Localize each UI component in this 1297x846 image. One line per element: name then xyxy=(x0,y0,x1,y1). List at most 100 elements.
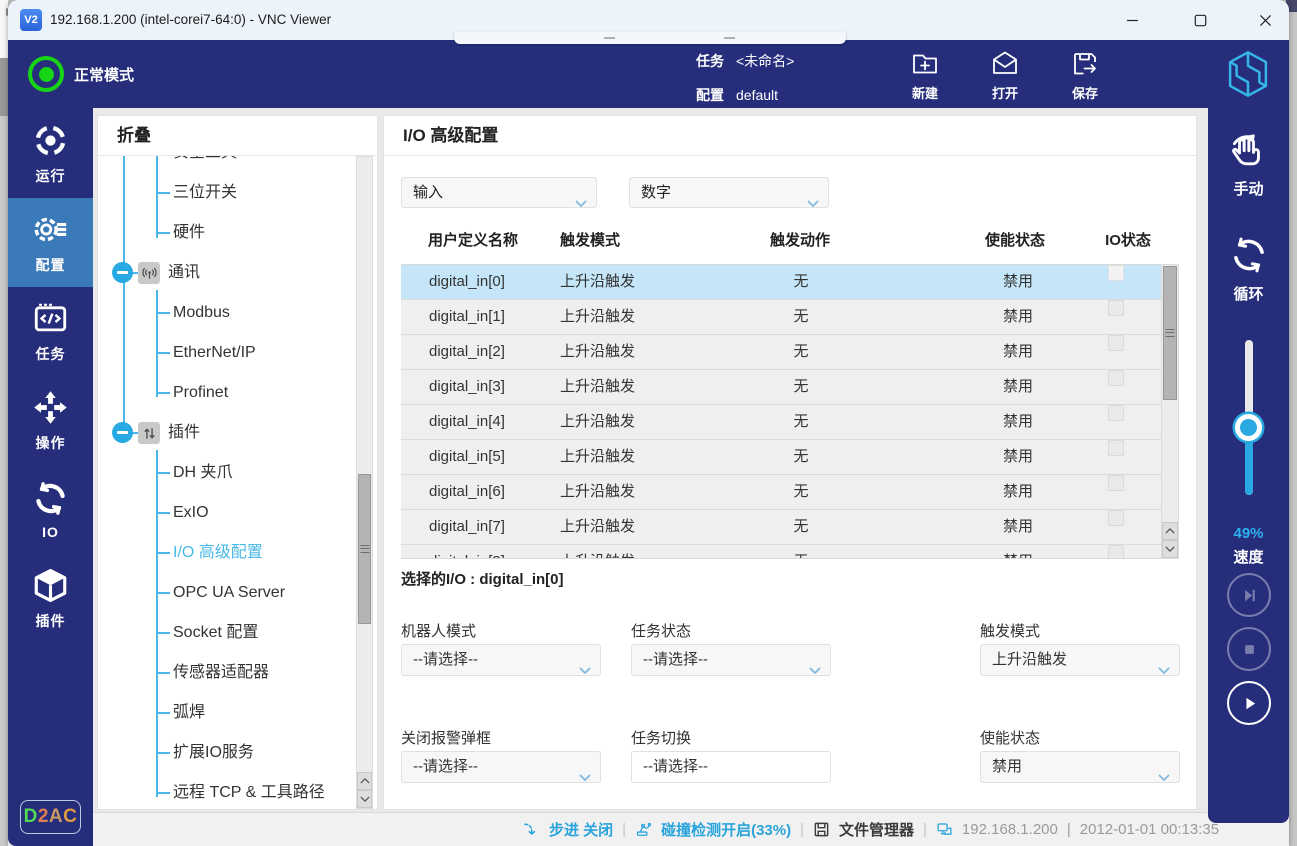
manual-mode-button[interactable]: 手动 xyxy=(1208,130,1289,199)
io-state-checkbox[interactable] xyxy=(1108,545,1124,559)
tree-item[interactable]: DH 夹爪 xyxy=(173,460,233,486)
tree-connector-line xyxy=(156,290,158,397)
run-icon xyxy=(32,122,69,159)
table-scroll-down-button[interactable] xyxy=(1162,540,1178,558)
tree-item[interactable]: I/O 高级配置 xyxy=(173,540,263,566)
io-name: digital_in[7] xyxy=(429,510,505,544)
config-value: default xyxy=(736,87,778,103)
mode-indicator-icon xyxy=(28,56,64,92)
open-button[interactable]: 打开 xyxy=(970,45,1040,105)
tree-item[interactable]: 插件 xyxy=(168,420,200,446)
tree-item[interactable]: 通讯 xyxy=(168,260,200,286)
table-scrollbar[interactable] xyxy=(1161,264,1179,559)
table-scroll-up-button[interactable] xyxy=(1162,522,1178,540)
trigger-mode: 上升沿触发 xyxy=(560,440,635,474)
table-row[interactable]: digital_in[8]上升沿触发无禁用 xyxy=(401,545,1161,559)
table-scrollbar-thumb[interactable] xyxy=(1163,266,1177,400)
tree-item[interactable]: OPC UA Server xyxy=(173,580,285,606)
step-run-button[interactable] xyxy=(1227,573,1271,617)
tree-item[interactable]: Socket 配置 xyxy=(173,620,258,646)
io-state-checkbox[interactable] xyxy=(1108,265,1124,281)
tree-item[interactable]: 硬件 xyxy=(173,220,205,246)
tree-item[interactable]: Profinet xyxy=(173,380,228,406)
io-state-checkbox[interactable] xyxy=(1108,370,1124,386)
close-button[interactable] xyxy=(1241,0,1289,40)
tree-item[interactable]: EtherNet/IP xyxy=(173,340,256,366)
form-field-dropdown[interactable]: --请选择-- xyxy=(401,644,601,676)
io-state-checkbox[interactable] xyxy=(1108,300,1124,316)
new-button[interactable]: 新建 xyxy=(890,45,960,105)
io-icon xyxy=(32,480,69,517)
table-row[interactable]: digital_in[3]上升沿触发无禁用 xyxy=(401,370,1161,405)
tree-item[interactable]: Modbus xyxy=(173,300,230,326)
tree-header[interactable]: 折叠 xyxy=(98,116,377,156)
io-state-checkbox[interactable] xyxy=(1108,510,1124,526)
vnc-toolbar-handle[interactable] xyxy=(454,32,846,44)
vnc-viewer-window: V2 192.168.1.200 (intel-corei7-64:0) - V… xyxy=(8,0,1289,846)
table-row[interactable]: digital_in[5]上升沿触发无禁用 xyxy=(401,440,1161,475)
tree-scrollbar[interactable] xyxy=(356,156,373,809)
cycle-mode-button[interactable]: 循环 xyxy=(1208,235,1289,304)
sidebar-item-config[interactable]: 配置 xyxy=(8,198,93,287)
form-field-dropdown[interactable]: 禁用 xyxy=(980,751,1180,783)
tree-scroll-down-button[interactable] xyxy=(357,790,372,808)
tree-item[interactable]: 安全工具 xyxy=(173,156,237,166)
trigger-mode: 上升沿触发 xyxy=(560,335,635,369)
sidebar-item-operate[interactable]: 操作 xyxy=(8,376,93,465)
speed-slider-thumb[interactable] xyxy=(1235,414,1262,441)
maximize-button[interactable] xyxy=(1176,0,1224,40)
io-state-checkbox[interactable] xyxy=(1108,335,1124,351)
table-row[interactable]: digital_in[7]上升沿触发无禁用 xyxy=(401,510,1161,545)
form-field-label: 使能状态 xyxy=(980,727,1040,748)
step-status[interactable]: 步进 关闭 xyxy=(549,819,613,840)
chevron-up-icon xyxy=(360,779,368,783)
tree-collapse-toggle[interactable] xyxy=(112,422,133,443)
new-button-label: 新建 xyxy=(912,83,938,102)
minimize-button[interactable] xyxy=(1108,0,1156,40)
screen: 刂 V2 192.168.1.200 (intel-corei7-64:0) -… xyxy=(0,0,1297,846)
brand-letter: A xyxy=(49,806,63,827)
form-field-dropdown[interactable]: --请选择-- xyxy=(631,644,831,676)
tree-item[interactable]: 传感器适配器 xyxy=(173,660,269,686)
tree-item[interactable]: ExIO xyxy=(173,500,209,526)
file-manager-button[interactable]: 文件管理器 xyxy=(839,819,914,840)
enable-state: 禁用 xyxy=(948,370,1088,404)
filter-dropdown-1[interactable]: 输入 xyxy=(401,177,597,208)
tree-connector-line xyxy=(156,792,170,794)
chevron-down-icon xyxy=(575,189,587,197)
save-button[interactable]: 保存 xyxy=(1050,45,1120,105)
enable-state: 禁用 xyxy=(948,335,1088,369)
column-header: IO状态 xyxy=(1088,228,1168,254)
tree-item[interactable]: 弧焊 xyxy=(173,700,205,726)
play-button[interactable] xyxy=(1227,681,1271,725)
task-icon xyxy=(32,300,69,337)
io-state-checkbox[interactable] xyxy=(1108,405,1124,421)
tree-collapse-toggle[interactable] xyxy=(112,262,133,283)
sidebar-item-plugin[interactable]: 插件 xyxy=(8,554,93,643)
tree-scrollbar-thumb[interactable] xyxy=(358,474,371,624)
table-row[interactable]: digital_in[4]上升沿触发无禁用 xyxy=(401,405,1161,440)
table-row[interactable]: digital_in[1]上升沿触发无禁用 xyxy=(401,300,1161,335)
io-state-checkbox[interactable] xyxy=(1108,475,1124,491)
chevron-up-icon xyxy=(1166,529,1174,533)
table-row[interactable]: digital_in[6]上升沿触发无禁用 xyxy=(401,475,1161,510)
sidebar-item-run[interactable]: 运行 xyxy=(8,109,93,198)
io-state-checkbox[interactable] xyxy=(1108,440,1124,456)
tree-item[interactable]: 扩展IO服务 xyxy=(173,740,254,766)
form-field-value: 上升沿触发 xyxy=(992,651,1067,668)
stop-button[interactable] xyxy=(1227,627,1271,671)
tree-item[interactable]: 三位开关 xyxy=(173,180,237,206)
sidebar-item-io[interactable]: IO xyxy=(8,465,93,554)
tree-scroll-up-button[interactable] xyxy=(357,772,372,790)
form-field-dropdown[interactable]: --请选择-- xyxy=(401,751,601,783)
sidebar-item-task[interactable]: 任务 xyxy=(8,287,93,376)
form-field-dropdown[interactable]: 上升沿触发 xyxy=(980,644,1180,676)
collision-status[interactable]: 碰撞检测开启(33%) xyxy=(661,819,791,840)
tree-item[interactable]: 远程 TCP & 工具路径 xyxy=(173,780,325,806)
config-info: 配置default xyxy=(696,85,778,105)
table-row[interactable]: digital_in[0]上升沿触发无禁用 xyxy=(401,265,1161,300)
filter-dropdown-2[interactable]: 数字 xyxy=(629,177,829,208)
form-field-input[interactable]: --请选择-- xyxy=(631,751,831,783)
new-icon xyxy=(910,49,940,79)
table-row[interactable]: digital_in[2]上升沿触发无禁用 xyxy=(401,335,1161,370)
